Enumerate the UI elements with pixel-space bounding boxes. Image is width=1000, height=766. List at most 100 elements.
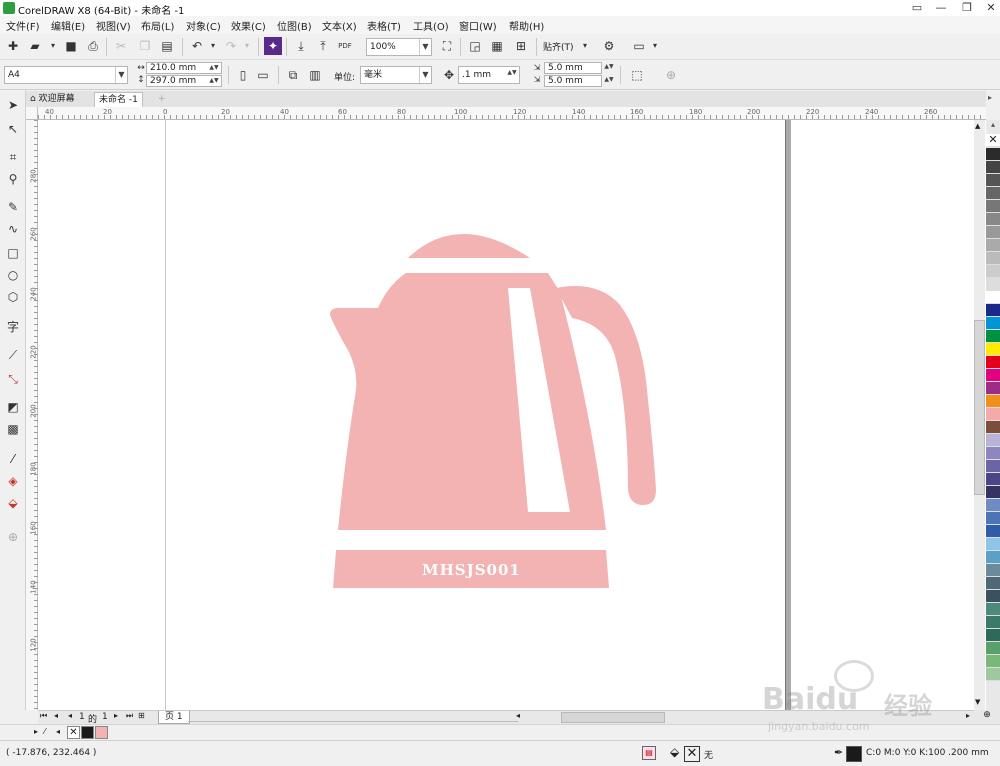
eyedropper-tool-icon[interactable]: ⁄: [4, 450, 22, 468]
palette-swatch[interactable]: [986, 187, 1000, 200]
palette-swatch[interactable]: [986, 538, 1000, 551]
palette-swatch[interactable]: [986, 343, 1000, 356]
palette-swatch[interactable]: [986, 330, 1000, 343]
menu-bitmaps[interactable]: 位图(B): [277, 18, 312, 33]
interactive-fill-icon[interactable]: ◈: [4, 472, 22, 490]
palette-swatch[interactable]: [986, 356, 1000, 369]
transparency-tool-icon[interactable]: ▩: [4, 420, 22, 438]
maximize-button[interactable]: ❐: [954, 0, 980, 16]
current-page-icon[interactable]: ▥: [306, 66, 324, 84]
polygon-tool-icon[interactable]: ⬡: [4, 288, 22, 306]
drawing-canvas[interactable]: MHSJS001: [38, 120, 986, 710]
page-height-input[interactable]: 297.0 mm ▲▼: [146, 75, 222, 87]
show-grid-icon[interactable]: ▦: [488, 37, 506, 55]
smart-fill-icon[interactable]: ⬙: [4, 494, 22, 512]
menu-tools[interactable]: 工具(O): [413, 18, 449, 33]
drop-shadow-tool-icon[interactable]: ◩: [4, 398, 22, 416]
prev-page-icon[interactable]: ◂: [54, 711, 58, 720]
spin-arrows-icon[interactable]: ▲▼: [209, 64, 219, 71]
no-fill-swatch[interactable]: ✕: [67, 726, 80, 739]
palette-swatch[interactable]: [986, 239, 1000, 252]
spin-arrows-icon[interactable]: ▲▼: [209, 77, 219, 84]
options-gear-icon[interactable]: ⚙: [600, 37, 618, 55]
save-icon[interactable]: ■: [62, 37, 80, 55]
palette-swatch[interactable]: [986, 161, 1000, 174]
connector-tool-icon[interactable]: ⤡: [4, 370, 22, 388]
first-page-icon[interactable]: ⏮: [40, 711, 47, 721]
redo-dropdown-icon[interactable]: ▾: [238, 37, 256, 55]
palette-swatch[interactable]: [986, 629, 1000, 642]
menu-view[interactable]: 视图(V): [96, 18, 131, 33]
chevron-down-icon[interactable]: ▼: [419, 67, 431, 83]
show-guidelines-icon[interactable]: ⊞: [512, 37, 530, 55]
palette-swatch[interactable]: [986, 278, 1000, 291]
palette-swatch[interactable]: [986, 369, 1000, 382]
full-screen-icon[interactable]: ⛶: [438, 37, 456, 55]
palette-swatch[interactable]: [986, 499, 1000, 512]
treat-as-filled-icon[interactable]: ⬚: [628, 66, 646, 84]
add-page-icon[interactable]: ⊞: [138, 711, 145, 720]
snap-to-dropdown[interactable]: 贴齐(T): [543, 40, 574, 53]
palette-swatch[interactable]: [986, 408, 1000, 421]
freehand-tool-icon[interactable]: ✎: [4, 198, 22, 216]
duplicate-y-input[interactable]: 5.0 mm: [544, 75, 602, 87]
palette-swatch[interactable]: [986, 291, 1000, 304]
palette-swatch[interactable]: [986, 213, 1000, 226]
landscape-orientation-icon[interactable]: ▭: [254, 66, 272, 84]
palette-swatch[interactable]: [986, 564, 1000, 577]
close-button[interactable]: ✕: [978, 0, 1000, 16]
new-tab-plus-icon[interactable]: +: [154, 92, 170, 107]
vertical-scroll-thumb[interactable]: [974, 320, 985, 495]
palette-swatch[interactable]: [986, 265, 1000, 278]
prev-page-icon[interactable]: ◂: [68, 711, 72, 720]
spin-arrows-icon[interactable]: ▲▼: [604, 76, 614, 83]
launcher-dropdown-icon[interactable]: ▾: [646, 37, 664, 55]
scroll-right-icon[interactable]: ▸: [988, 93, 992, 102]
menu-table[interactable]: 表格(T): [367, 18, 401, 33]
pick-tool-icon[interactable]: ➤: [4, 96, 22, 114]
menu-help[interactable]: 帮助(H): [509, 18, 544, 33]
paper-size-combo[interactable]: A4 ▼: [4, 66, 128, 84]
tab-welcome-screen[interactable]: ⌂ 欢迎屏幕: [26, 92, 79, 107]
menu-effects[interactable]: 效果(C): [231, 18, 266, 33]
print-icon[interactable]: ⎙: [84, 37, 102, 55]
palette-swatch[interactable]: [986, 226, 1000, 239]
palette-swatch[interactable]: [986, 317, 1000, 330]
scroll-up-icon[interactable]: ▲: [975, 122, 980, 130]
kettle-artwork[interactable]: [38, 120, 986, 710]
import-icon[interactable]: ⤓: [292, 37, 310, 55]
last-page-icon[interactable]: ⏭: [126, 711, 133, 721]
chevron-down-icon[interactable]: ▼: [419, 39, 431, 55]
vertical-ruler[interactable]: 280 260 240 220 200 180 160 140 120 100 …: [26, 120, 38, 710]
color-proof-icon[interactable]: ▤: [642, 746, 656, 760]
page-width-input[interactable]: 210.0 mm ▲▼: [146, 62, 222, 74]
menu-edit[interactable]: 编辑(E): [51, 18, 85, 33]
crop-tool-icon[interactable]: ⌗: [4, 148, 22, 166]
ruler-origin[interactable]: [26, 107, 38, 120]
cut-icon[interactable]: ✂: [112, 37, 130, 55]
black-swatch[interactable]: [81, 726, 94, 739]
rectangle-tool-icon[interactable]: □: [4, 244, 22, 262]
snap-dropdown-chevron-icon[interactable]: ▾: [576, 37, 594, 55]
units-combo[interactable]: 毫米 ▼: [360, 66, 432, 84]
palette-swatch[interactable]: [986, 421, 1000, 434]
shape-tool-icon[interactable]: ↖: [4, 120, 22, 138]
palette-swatch[interactable]: [986, 642, 1000, 655]
ellipse-tool-icon[interactable]: ○: [4, 266, 22, 284]
zoom-tool-icon[interactable]: ⚲: [4, 170, 22, 188]
help-window-button[interactable]: ▭: [904, 0, 930, 16]
open-dropdown-icon[interactable]: ▾: [44, 37, 62, 55]
text-tool-icon[interactable]: 字: [4, 318, 22, 336]
palette-swatch[interactable]: [986, 603, 1000, 616]
palette-swatch[interactable]: [986, 447, 1000, 460]
palette-scroll-up-icon[interactable]: ▴: [986, 120, 1000, 130]
palette-swatch[interactable]: [986, 460, 1000, 473]
show-rulers-icon[interactable]: ◲: [466, 37, 484, 55]
portrait-orientation-icon[interactable]: ▯: [234, 66, 252, 84]
palette-swatch[interactable]: [986, 616, 1000, 629]
undo-dropdown-icon[interactable]: ▾: [204, 37, 222, 55]
palette-swatch[interactable]: [986, 512, 1000, 525]
palette-swatch[interactable]: [986, 434, 1000, 447]
palette-swatch[interactable]: [986, 551, 1000, 564]
minimize-button[interactable]: —: [928, 0, 954, 16]
